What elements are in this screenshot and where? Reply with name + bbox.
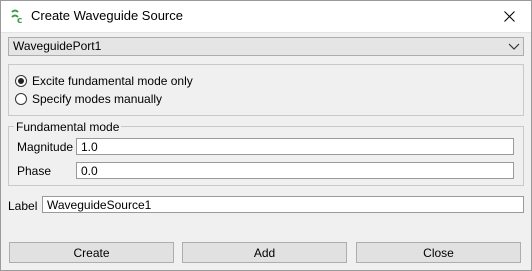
- radio-label: Excite fundamental mode only: [32, 74, 193, 88]
- radio-button-checked[interactable]: [15, 75, 27, 87]
- phase-input[interactable]: 0.0: [76, 162, 514, 179]
- close-icon: [503, 10, 515, 22]
- app-icon: c: [9, 8, 25, 26]
- label-input[interactable]: WaveguideSource1: [42, 196, 524, 213]
- magnitude-label: Magnitude: [17, 140, 74, 154]
- title-bar: c Create Waveguide Source: [0, 0, 532, 33]
- radio-specify-manually[interactable]: Specify modes manually: [15, 92, 162, 106]
- port-select[interactable]: WaveguidePort1: [8, 37, 524, 56]
- mode-options-panel: Excite fundamental mode only Specify mod…: [8, 64, 524, 116]
- port-select-value: WaveguidePort1: [13, 39, 102, 53]
- group-title: Fundamental mode: [14, 120, 122, 134]
- radio-button[interactable]: [15, 93, 27, 105]
- magnitude-input[interactable]: 1.0: [76, 138, 514, 155]
- create-button[interactable]: Create: [9, 242, 174, 263]
- label-label: Label: [8, 199, 38, 213]
- close-button[interactable]: Close: [356, 242, 521, 263]
- window-close-button[interactable]: [486, 0, 532, 32]
- radio-label: Specify modes manually: [32, 92, 163, 106]
- chevron-down-icon: [508, 43, 520, 50]
- svg-text:c: c: [17, 16, 22, 24]
- phase-label: Phase: [17, 164, 52, 178]
- window-title: Create Waveguide Source: [31, 8, 183, 23]
- add-button[interactable]: Add: [182, 242, 347, 263]
- radio-fundamental-only[interactable]: Excite fundamental mode only: [15, 74, 193, 88]
